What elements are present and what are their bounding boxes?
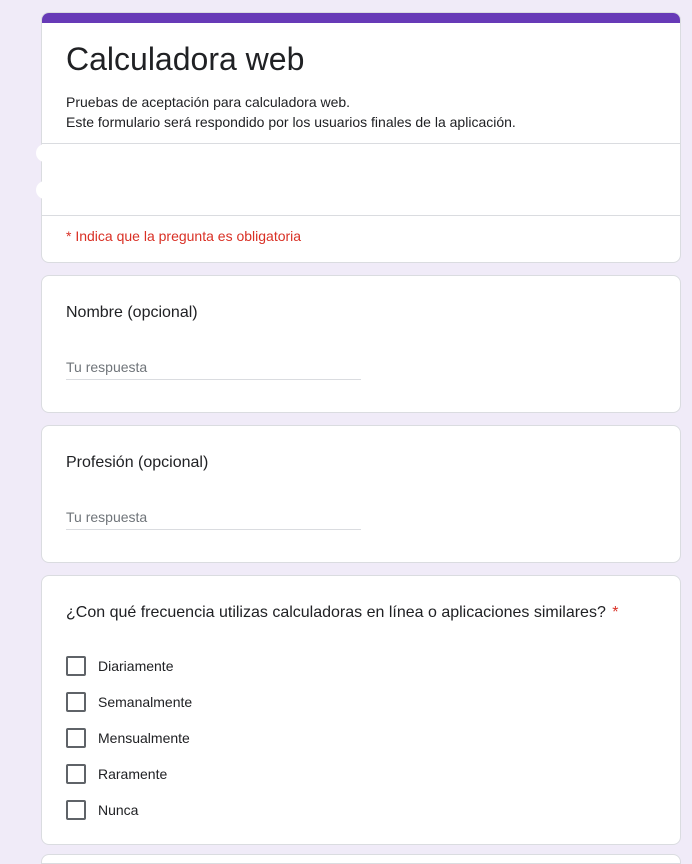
question-card-frecuencia: ¿Con qué frecuencia utilizas calculadora… <box>41 575 681 845</box>
question-card-nombre: Nombre (opcional) <box>41 275 681 413</box>
question-card-profesion: Profesión (opcional) <box>41 425 681 563</box>
required-note: * Indica que la pregunta es obligatoria <box>66 228 302 244</box>
header-divider-bottom <box>42 215 680 216</box>
option-label: Mensualmente <box>98 730 190 746</box>
checkbox-unchecked-icon[interactable] <box>66 692 86 712</box>
option-label: Semanalmente <box>98 694 193 710</box>
form-description-line-2: Este formulario será respondido por los … <box>66 114 516 130</box>
option-label: Raramente <box>98 766 168 782</box>
form-description: Pruebas de aceptación para calculadora w… <box>66 92 516 132</box>
question-title-text: ¿Con qué frecuencia utilizas calculadora… <box>66 604 606 621</box>
form-title: Calculadora web <box>66 41 305 77</box>
option-nunca[interactable]: Nunca <box>66 792 192 828</box>
option-diariamente[interactable]: Diariamente <box>66 648 192 684</box>
frecuencia-options: Diariamente Semanalmente Mensualmente Ra… <box>66 648 192 828</box>
question-title-nombre: Nombre (opcional) <box>66 304 198 321</box>
option-label: Nunca <box>98 802 139 818</box>
nombre-answer-input[interactable] <box>66 354 361 380</box>
required-asterisk: * <box>612 604 619 621</box>
option-label: Diariamente <box>98 658 174 674</box>
question-title-frecuencia: ¿Con qué frecuencia utilizas calculadora… <box>66 602 619 624</box>
option-mensualmente[interactable]: Mensualmente <box>66 720 192 756</box>
checkbox-unchecked-icon[interactable] <box>66 728 86 748</box>
account-indicator-dot <box>36 144 54 162</box>
account-indicator-dot <box>36 181 54 199</box>
profesion-answer-input[interactable] <box>66 504 361 530</box>
option-semanalmente[interactable]: Semanalmente <box>66 684 192 720</box>
form-description-line-1: Pruebas de aceptación para calculadora w… <box>66 94 351 110</box>
form-header-card: Calculadora web Pruebas de aceptación pa… <box>41 12 681 263</box>
header-accent-bar <box>42 13 680 23</box>
checkbox-unchecked-icon[interactable] <box>66 764 86 784</box>
option-raramente[interactable]: Raramente <box>66 756 192 792</box>
question-title-profesion: Profesión (opcional) <box>66 454 209 471</box>
checkbox-unchecked-icon[interactable] <box>66 800 86 820</box>
header-divider-top <box>42 143 680 144</box>
checkbox-unchecked-icon[interactable] <box>66 656 86 676</box>
next-card-edge <box>41 854 681 864</box>
